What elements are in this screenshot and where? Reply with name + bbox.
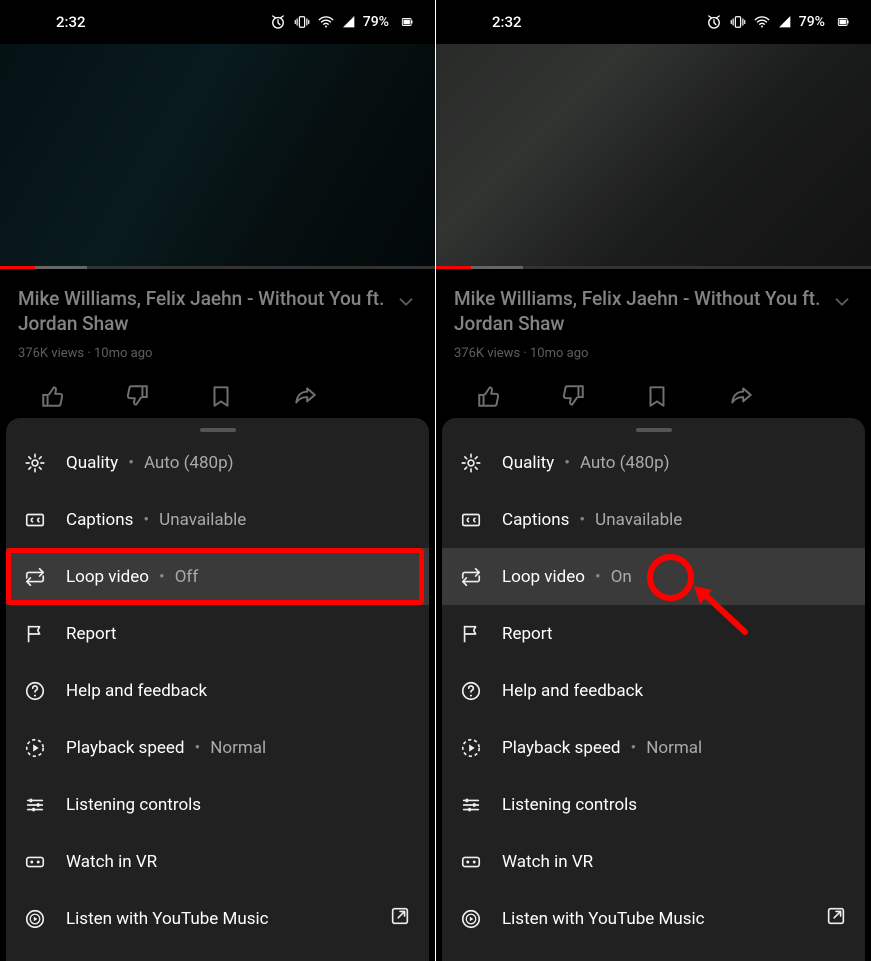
chevron-down-icon[interactable] [831,291,853,317]
video-player[interactable] [0,44,435,266]
cc-icon [460,509,502,531]
menu-vr[interactable]: Watch in VR [442,833,865,890]
menu-help[interactable]: Help and feedback [6,662,429,719]
menu-speed[interactable]: Playback speed • Normal [442,719,865,776]
playback-speed-icon [460,737,502,759]
like-icon[interactable] [40,383,66,409]
flag-icon [460,623,502,645]
screenshot-right: 2:32 79% Mike Williams, Felix Jaehn - Wi… [436,0,871,961]
menu-report[interactable]: Report [442,605,865,662]
video-stats: 376K views · 10mo ago [454,346,853,361]
vr-icon [24,851,66,873]
playback-speed-icon [24,737,66,759]
menu-help[interactable]: Help and feedback [442,662,865,719]
menu-vr[interactable]: Watch in VR [6,833,429,890]
loop-icon [460,566,502,588]
status-time: 2:32 [492,13,522,31]
battery-icon [833,15,853,29]
menu-listening[interactable]: Listening controls [6,776,429,833]
vr-icon [460,851,502,873]
signal-icon [341,14,357,30]
status-bar: 2:32 79% [436,0,871,44]
menu-ytmusic[interactable]: Listen with YouTube Music [442,890,865,947]
video-player[interactable] [436,44,871,266]
video-title[interactable]: Mike Williams, Felix Jaehn - Without You… [454,287,821,336]
menu-loop[interactable]: Loop video • On [442,548,865,605]
status-bar: 2:32 79% [0,0,435,44]
share-icon[interactable] [728,383,754,409]
wifi-icon [317,13,335,31]
menu-ytmusic[interactable]: Listen with YouTube Music [6,890,429,947]
sheet-handle[interactable] [200,428,236,432]
settings-sheet: Quality • Auto (480p) Captions • Unavail… [442,418,865,961]
share-icon[interactable] [292,383,318,409]
sliders-icon [460,794,502,816]
alarm-icon [705,13,723,31]
ytmusic-icon [24,908,66,930]
open-external-icon [389,905,411,932]
loop-icon [24,566,66,588]
like-icon[interactable] [476,383,502,409]
vibrate-icon [293,13,311,31]
battery-percent: 79% [363,14,389,30]
sliders-icon [24,794,66,816]
help-icon [460,680,502,702]
chevron-down-icon[interactable] [395,291,417,317]
help-icon [24,680,66,702]
menu-speed[interactable]: Playback speed • Normal [6,719,429,776]
screenshot-left: 2:32 79% Mike Williams, Felix Jaehn - Wi… [0,0,435,961]
sheet-handle[interactable] [636,428,672,432]
menu-listening[interactable]: Listening controls [442,776,865,833]
alarm-icon [269,13,287,31]
wifi-icon [753,13,771,31]
battery-icon [397,15,417,29]
gear-icon [24,452,66,474]
ytmusic-icon [460,908,502,930]
menu-captions[interactable]: Captions • Unavailable [442,491,865,548]
video-stats: 376K views · 10mo ago [18,346,417,361]
video-title[interactable]: Mike Williams, Felix Jaehn - Without You… [18,287,385,336]
menu-report[interactable]: Report [6,605,429,662]
cc-icon [24,509,66,531]
menu-loop[interactable]: Loop video • Off [6,548,429,605]
dislike-icon[interactable] [124,383,150,409]
open-external-icon [825,905,847,932]
menu-quality[interactable]: Quality • Auto (480p) [442,434,865,491]
dislike-icon[interactable] [560,383,586,409]
settings-sheet: Quality • Auto (480p) Captions • Unavail… [6,418,429,961]
signal-icon [777,14,793,30]
battery-percent: 79% [799,14,825,30]
status-time: 2:32 [56,13,86,31]
menu-captions[interactable]: Captions • Unavailable [6,491,429,548]
gear-icon [460,452,502,474]
action-row [436,367,871,409]
bookmark-icon[interactable] [644,383,670,409]
bookmark-icon[interactable] [208,383,234,409]
menu-quality[interactable]: Quality • Auto (480p) [6,434,429,491]
flag-icon [24,623,66,645]
vibrate-icon [729,13,747,31]
action-row [0,367,435,409]
